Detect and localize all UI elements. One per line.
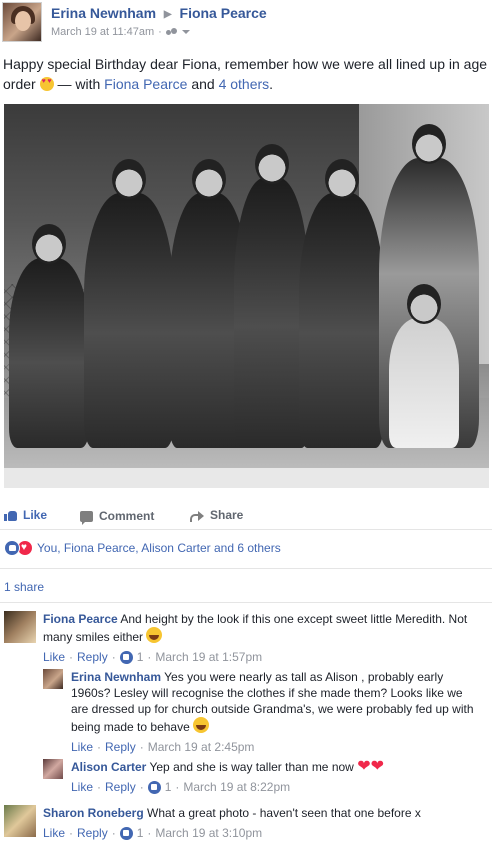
comment-reply-link[interactable]: Reply bbox=[105, 779, 136, 795]
post-photo[interactable] bbox=[4, 104, 489, 488]
arrow-right-icon: ▶ bbox=[163, 9, 172, 20]
comment-like-link[interactable]: Like bbox=[71, 779, 93, 795]
like-count-icon bbox=[119, 650, 133, 664]
comment-meta: Like · Reply · 1 · March 19 at 8:22pm bbox=[71, 779, 291, 795]
like-count-icon bbox=[147, 780, 161, 794]
tagged-person-link[interactable]: Fiona Pearce bbox=[104, 76, 187, 92]
comment-author-link[interactable]: Erina Newnham bbox=[71, 670, 161, 684]
comment-time[interactable]: March 19 at 2:45pm bbox=[148, 739, 255, 755]
post-meta: March 19 at 11:47am · bbox=[51, 26, 190, 38]
grinning-emoji-icon bbox=[193, 717, 210, 733]
comment-meta: Like · Reply · 1 · March 19 at 3:10pm bbox=[43, 825, 263, 841]
divider bbox=[0, 602, 492, 603]
post-author-line: Erina Newnham ▶ Fiona Pearce bbox=[51, 5, 267, 21]
comment-time[interactable]: March 19 at 1:57pm bbox=[155, 649, 262, 665]
heart-eyes-emoji-icon bbox=[39, 77, 54, 91]
tagged-others-link[interactable]: 4 others bbox=[219, 76, 270, 92]
comment-time[interactable]: March 19 at 8:22pm bbox=[183, 779, 290, 795]
share-button[interactable]: Share bbox=[190, 508, 243, 522]
comment-reply-link[interactable]: Reply bbox=[77, 825, 108, 841]
comment-author-link[interactable]: Sharon Roneberg bbox=[43, 806, 144, 820]
commenter-avatar[interactable] bbox=[4, 611, 36, 643]
reactions-summary[interactable]: You, Fiona Pearce, Alison Carter and 6 o… bbox=[4, 540, 281, 556]
post-actions-bar: Like Comment Share bbox=[0, 500, 492, 530]
post-timestamp[interactable]: March 19 at 11:47am bbox=[51, 26, 154, 38]
laughing-emoji-icon bbox=[146, 627, 163, 643]
friends-icon[interactable] bbox=[165, 27, 178, 37]
comment-text: What a great photo - haven't seen that o… bbox=[147, 806, 421, 820]
comment-like-count[interactable]: 1 bbox=[137, 825, 144, 841]
author-name-link[interactable]: Erina Newnham bbox=[51, 5, 156, 21]
comment-reply-link[interactable]: Reply bbox=[105, 739, 136, 755]
comment-icon bbox=[80, 510, 93, 525]
comment-text: Yep and she is way taller than me now bbox=[149, 760, 354, 774]
shares-count[interactable]: 1 share bbox=[4, 580, 44, 594]
comment-author-link[interactable]: Fiona Pearce bbox=[43, 612, 118, 626]
post-text: Happy special Birthday dear Fiona, remem… bbox=[3, 54, 489, 94]
post-header: Erina Newnham ▶ Fiona Pearce March 19 at… bbox=[0, 0, 492, 46]
comment-time[interactable]: March 19 at 3:10pm bbox=[155, 825, 262, 841]
reply-author-avatar[interactable] bbox=[43, 669, 63, 689]
thumbs-up-icon bbox=[4, 509, 17, 521]
comment: Sharon Roneberg What a great photo - hav… bbox=[43, 805, 483, 841]
heart-emoji-icon: ❤❤ bbox=[357, 758, 384, 775]
reply-comment: Erina Newnham Yes you were nearly as tal… bbox=[71, 669, 483, 755]
commenter-avatar[interactable] bbox=[4, 805, 36, 837]
comment-like-link[interactable]: Like bbox=[43, 825, 65, 841]
comment-author-link[interactable]: Alison Carter bbox=[71, 760, 146, 774]
like-button[interactable]: Like bbox=[4, 508, 47, 522]
comment-meta: Like · Reply · 1 · March 19 at 1:57pm bbox=[43, 649, 263, 665]
share-arrow-icon bbox=[190, 510, 204, 522]
comment-like-link[interactable]: Like bbox=[43, 649, 65, 665]
author-avatar[interactable] bbox=[2, 2, 42, 42]
comment-reply-link[interactable]: Reply bbox=[77, 649, 108, 665]
reply-author-avatar[interactable] bbox=[43, 759, 63, 779]
comment-like-count[interactable]: 1 bbox=[165, 779, 172, 795]
reply-comment: Alison Carter Yep and she is way taller … bbox=[71, 759, 483, 795]
divider bbox=[0, 568, 492, 569]
like-reaction-icon bbox=[4, 540, 20, 556]
comment-button[interactable]: Comment bbox=[80, 508, 154, 525]
comment: Fiona Pearce And height by the look if t… bbox=[43, 611, 483, 665]
chevron-down-icon[interactable] bbox=[181, 30, 190, 34]
like-count-icon bbox=[119, 826, 133, 840]
comment-like-count[interactable]: 1 bbox=[137, 649, 144, 665]
reactions-text[interactable]: You, Fiona Pearce, Alison Carter and 6 o… bbox=[37, 541, 281, 555]
target-name-link[interactable]: Fiona Pearce bbox=[180, 5, 267, 21]
comment-like-link[interactable]: Like bbox=[71, 739, 93, 755]
comment-meta: Like · Reply · March 19 at 2:45pm bbox=[71, 739, 255, 755]
